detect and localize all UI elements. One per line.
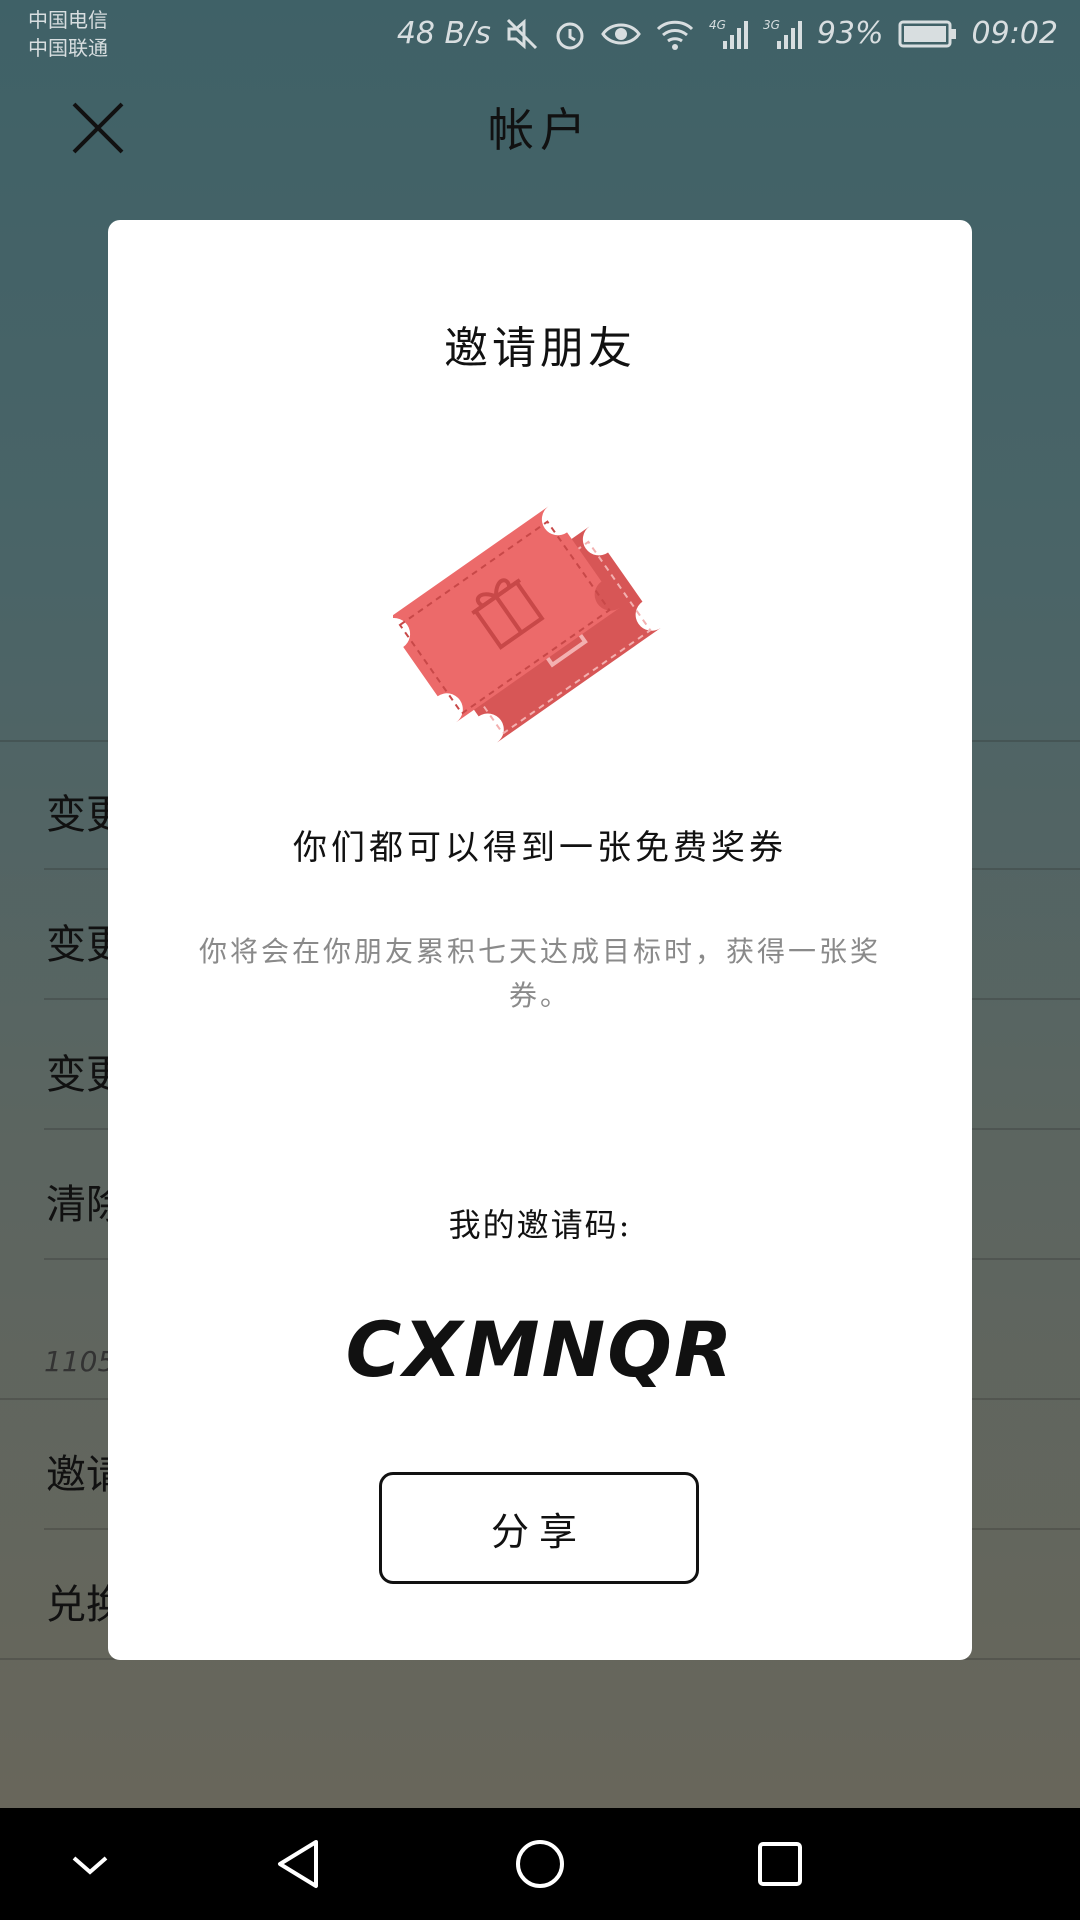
battery-icon bbox=[898, 20, 956, 47]
app-header: 帐户 bbox=[0, 72, 1080, 187]
alarm-icon bbox=[556, 22, 584, 49]
share-button[interactable]: 分享 bbox=[379, 1472, 699, 1584]
gift-ticket-icon bbox=[393, 506, 661, 743]
clock: 09:02 bbox=[971, 16, 1058, 51]
dialog-title: 邀请朋友 bbox=[444, 323, 636, 374]
eye-icon bbox=[601, 23, 641, 44]
system-nav-bar bbox=[0, 1808, 1080, 1920]
carrier-2: 中国联通 bbox=[28, 36, 108, 60]
invite-dialog: 邀请朋友 你们都可以得到一张免费奖券 你将会在你朋友累积七天达成目标时，获得一张… bbox=[108, 220, 972, 1660]
carrier-1: 中国电信 bbox=[28, 8, 108, 32]
dialog-headline: 你们都可以得到一张免费奖券 bbox=[293, 828, 787, 868]
invite-code-value: CXMNQR bbox=[345, 1305, 735, 1394]
back-icon[interactable] bbox=[272, 1836, 328, 1892]
collapse-icon[interactable] bbox=[62, 1836, 118, 1892]
svg-text:4G: 4G bbox=[709, 18, 726, 32]
signal-4g-icon: 4G bbox=[709, 18, 748, 49]
net-speed: 48 B/s bbox=[396, 16, 491, 51]
recents-icon[interactable] bbox=[752, 1836, 808, 1892]
battery-percent: 93% bbox=[816, 16, 884, 51]
status-icons: 48 B/s 4G 3G 93% 09:02 bbox=[397, 16, 1058, 51]
page-title: 帐户 bbox=[488, 103, 592, 157]
mute-icon bbox=[506, 18, 537, 49]
signal-3g-icon: 3G bbox=[763, 18, 802, 49]
dialog-description: 你将会在你朋友累积七天达成目标时，获得一张奖券。 bbox=[198, 935, 881, 1012]
wifi-icon bbox=[656, 20, 693, 50]
svg-text:3G: 3G bbox=[763, 18, 780, 32]
home-icon[interactable] bbox=[512, 1836, 568, 1892]
carrier-info: 中国电信 中国联通 bbox=[28, 6, 108, 62]
invite-code-label: 我的邀请码: bbox=[448, 1206, 632, 1244]
status-bar: 中国电信 中国联通 48 B/s 4G 3G 93% 09:02 bbox=[0, 0, 1080, 72]
